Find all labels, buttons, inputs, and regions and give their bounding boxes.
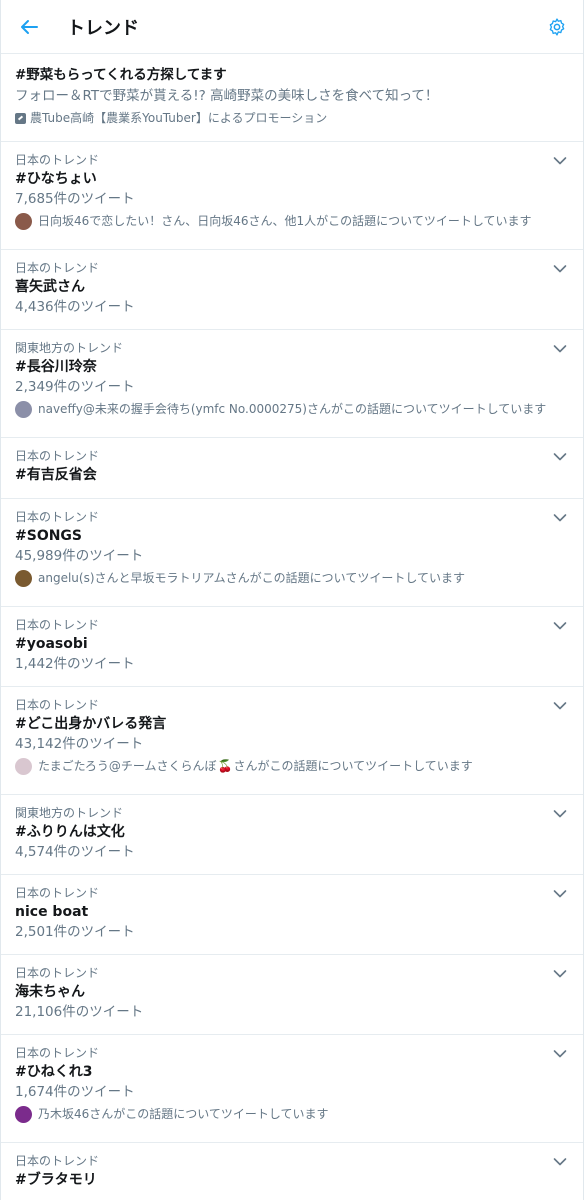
trend-list: 日本のトレンド #ひなちょい 7,685件のツイート日向坂46で恋したい！さん、日向… (1, 142, 583, 1200)
promoted-trend[interactable]: #野菜もらってくれる方探してます フォロー＆RTで野菜が貰える!? 高崎野菜の美… (1, 54, 583, 142)
trend-item[interactable]: 日本のトレンド #SONGS 45,989件のツイート angelu(s)さんと早坂モ… (1, 499, 583, 607)
chevron-down-icon[interactable] (553, 513, 567, 523)
tweet-count: 21,106件のツイート (15, 1004, 144, 1020)
trend-context: 日本のトレンド (15, 618, 100, 632)
trend-description-text: 日向坂46で恋したい！さん、日向坂46さん、他1人がこの話題についてツイートして… (38, 214, 532, 228)
trend-context: 日本のトレンド (15, 261, 100, 275)
promo-description: フォロー＆RTで野菜が貰える!? 高崎野菜の美味しさを食べて知って！ (15, 88, 439, 104)
trend-name: #SONGS (15, 528, 83, 544)
trend-context: 日本のトレンド (15, 1046, 100, 1060)
trends-panel: トレンド #野菜もらってくれる方探してます フォロー＆RTで野菜が貰える!? 高… (0, 0, 584, 1200)
trend-description: 日向坂46で恋したい！さん、日向坂46さん、他1人がこの話題についてツイートして… (15, 210, 569, 232)
trend-context: 関東地方のトレンド (15, 341, 124, 355)
trend-context: 日本のトレンド (15, 449, 100, 463)
trend-item[interactable]: 日本のトレンド #どこ出身かバレる発言 43,142件のツイートたまごたろう@チーム… (1, 687, 583, 795)
chevron-down-icon[interactable] (553, 889, 567, 899)
trend-name: #長谷川玲奈 (15, 359, 97, 375)
avatar (15, 757, 32, 775)
tweet-count: 4,436件のツイート (15, 299, 135, 315)
trend-item[interactable]: 関東地方のトレンド #ふりりんは文化 4,574件のツイート (1, 795, 583, 875)
promoted-by: 農Tube高崎【農業系YouTuber】によるプロモーション (15, 108, 569, 128)
tweet-count: 7,685件のツイート (15, 191, 135, 207)
promoted-by-label: 農Tube高崎【農業系YouTuber】によるプロモーション (30, 111, 328, 125)
tweet-count: 4,574件のツイート (15, 844, 135, 860)
trend-description-text: naveffy@未来の握手会待ち(ymfc No.0000275)さんがこの話題… (38, 402, 547, 416)
trend-item[interactable]: 日本のトレンド 喜矢武さん 4,436件のツイート (1, 250, 583, 330)
trend-name: nice boat (15, 904, 89, 920)
tweet-count: 1,674件のツイート (15, 1084, 135, 1100)
trend-description: angelu(s)さんと早坂モラトリアムさんがこの話題についてツイートしています (15, 567, 569, 589)
trend-description-text: angelu(s)さんと早坂モラトリアムさんがこの話題についてツイートしています (38, 571, 465, 585)
trend-item[interactable]: 関東地方のトレンド #長谷川玲奈 2,349件のツイート naveffy@未来の握手会… (1, 330, 583, 438)
trend-name: #ふりりんは文化 (15, 824, 125, 840)
tweet-count: 45,989件のツイート (15, 548, 144, 564)
trend-description-text: 乃木坂46さんがこの話題についてツイートしています (38, 1107, 329, 1121)
trend-context: 日本のトレンド (15, 966, 100, 980)
chevron-down-icon[interactable] (553, 264, 567, 274)
trend-name: #ブラタモリ (15, 1172, 97, 1188)
trend-item[interactable]: 日本のトレンド nice boat 2,501件のツイート (1, 875, 583, 955)
header: トレンド (1, 0, 583, 54)
page-title: トレンド (67, 17, 139, 39)
trend-name: #ひなちょい (15, 171, 97, 187)
chevron-down-icon[interactable] (553, 156, 567, 166)
trend-context: 日本のトレンド (15, 698, 100, 712)
avatar (15, 569, 32, 587)
trend-description-text: さんがこの話題についてツイートしています (233, 759, 473, 773)
chevron-down-icon[interactable] (553, 344, 567, 354)
chevron-down-icon[interactable] (553, 701, 567, 711)
trend-description-text: たまごたろう@チームさくらんぼ (38, 759, 217, 773)
trend-item[interactable]: 日本のトレンド #ブラタモリ (1, 1143, 583, 1200)
tweet-count: 2,349件のツイート (15, 379, 135, 395)
chevron-down-icon[interactable] (553, 1157, 567, 1167)
promoted-icon (15, 112, 26, 124)
trend-description: naveffy@未来の握手会待ち(ymfc No.0000275)さんがこの話題… (15, 398, 569, 420)
trend-name: 喜矢武さん (15, 279, 85, 295)
trend-name: 海未ちゃん (15, 984, 85, 1000)
chevron-down-icon[interactable] (553, 452, 567, 462)
chevron-down-icon[interactable] (553, 809, 567, 819)
trend-context: 関東地方のトレンド (15, 806, 124, 820)
trend-context: 日本のトレンド (15, 1154, 100, 1168)
arrow-left-icon[interactable] (15, 13, 43, 41)
trend-description: たまごたろう@チームさくらんぼ 🍒 さんがこの話題についてツイートしています (15, 755, 569, 777)
trend-context: 日本のトレンド (15, 510, 100, 524)
trend-context: 日本のトレンド (15, 153, 100, 167)
avatar (15, 1105, 32, 1123)
trend-name: #有吉反省会 (15, 467, 97, 483)
avatar (15, 212, 32, 230)
promo-title: #野菜もらってくれる方探してます (15, 67, 227, 83)
trend-item[interactable]: 日本のトレンド #ひなちょい 7,685件のツイート日向坂46で恋したい！さん、日向… (1, 142, 583, 250)
gear-icon[interactable] (543, 13, 571, 41)
trend-item[interactable]: 日本のトレンド #有吉反省会 (1, 438, 583, 499)
trend-name: #どこ出身かバレる発言 (15, 716, 167, 732)
trend-description: 乃木坂46さんがこの話題についてツイートしています (15, 1103, 569, 1125)
tweet-count: 1,442件のツイート (15, 656, 135, 672)
trend-item[interactable]: 日本のトレンド #ひねくれ3 1,674件のツイート乃木坂46さんがこの話題について… (1, 1035, 583, 1143)
tweet-count: 43,142件のツイート (15, 736, 144, 752)
chevron-down-icon[interactable] (553, 969, 567, 979)
chevron-down-icon[interactable] (553, 1049, 567, 1059)
trend-name: #ひねくれ3 (15, 1064, 93, 1080)
chevron-down-icon[interactable] (553, 621, 567, 631)
trend-context: 日本のトレンド (15, 886, 100, 900)
trend-name: #yoasobi (15, 636, 88, 652)
cherry-emoji: 🍒 (217, 759, 233, 773)
trend-item[interactable]: 日本のトレンド 海未ちゃん 21,106件のツイート (1, 955, 583, 1035)
avatar (15, 400, 32, 418)
trend-item[interactable]: 日本のトレンド #yoasobi 1,442件のツイート (1, 607, 583, 687)
tweet-count: 2,501件のツイート (15, 924, 135, 940)
